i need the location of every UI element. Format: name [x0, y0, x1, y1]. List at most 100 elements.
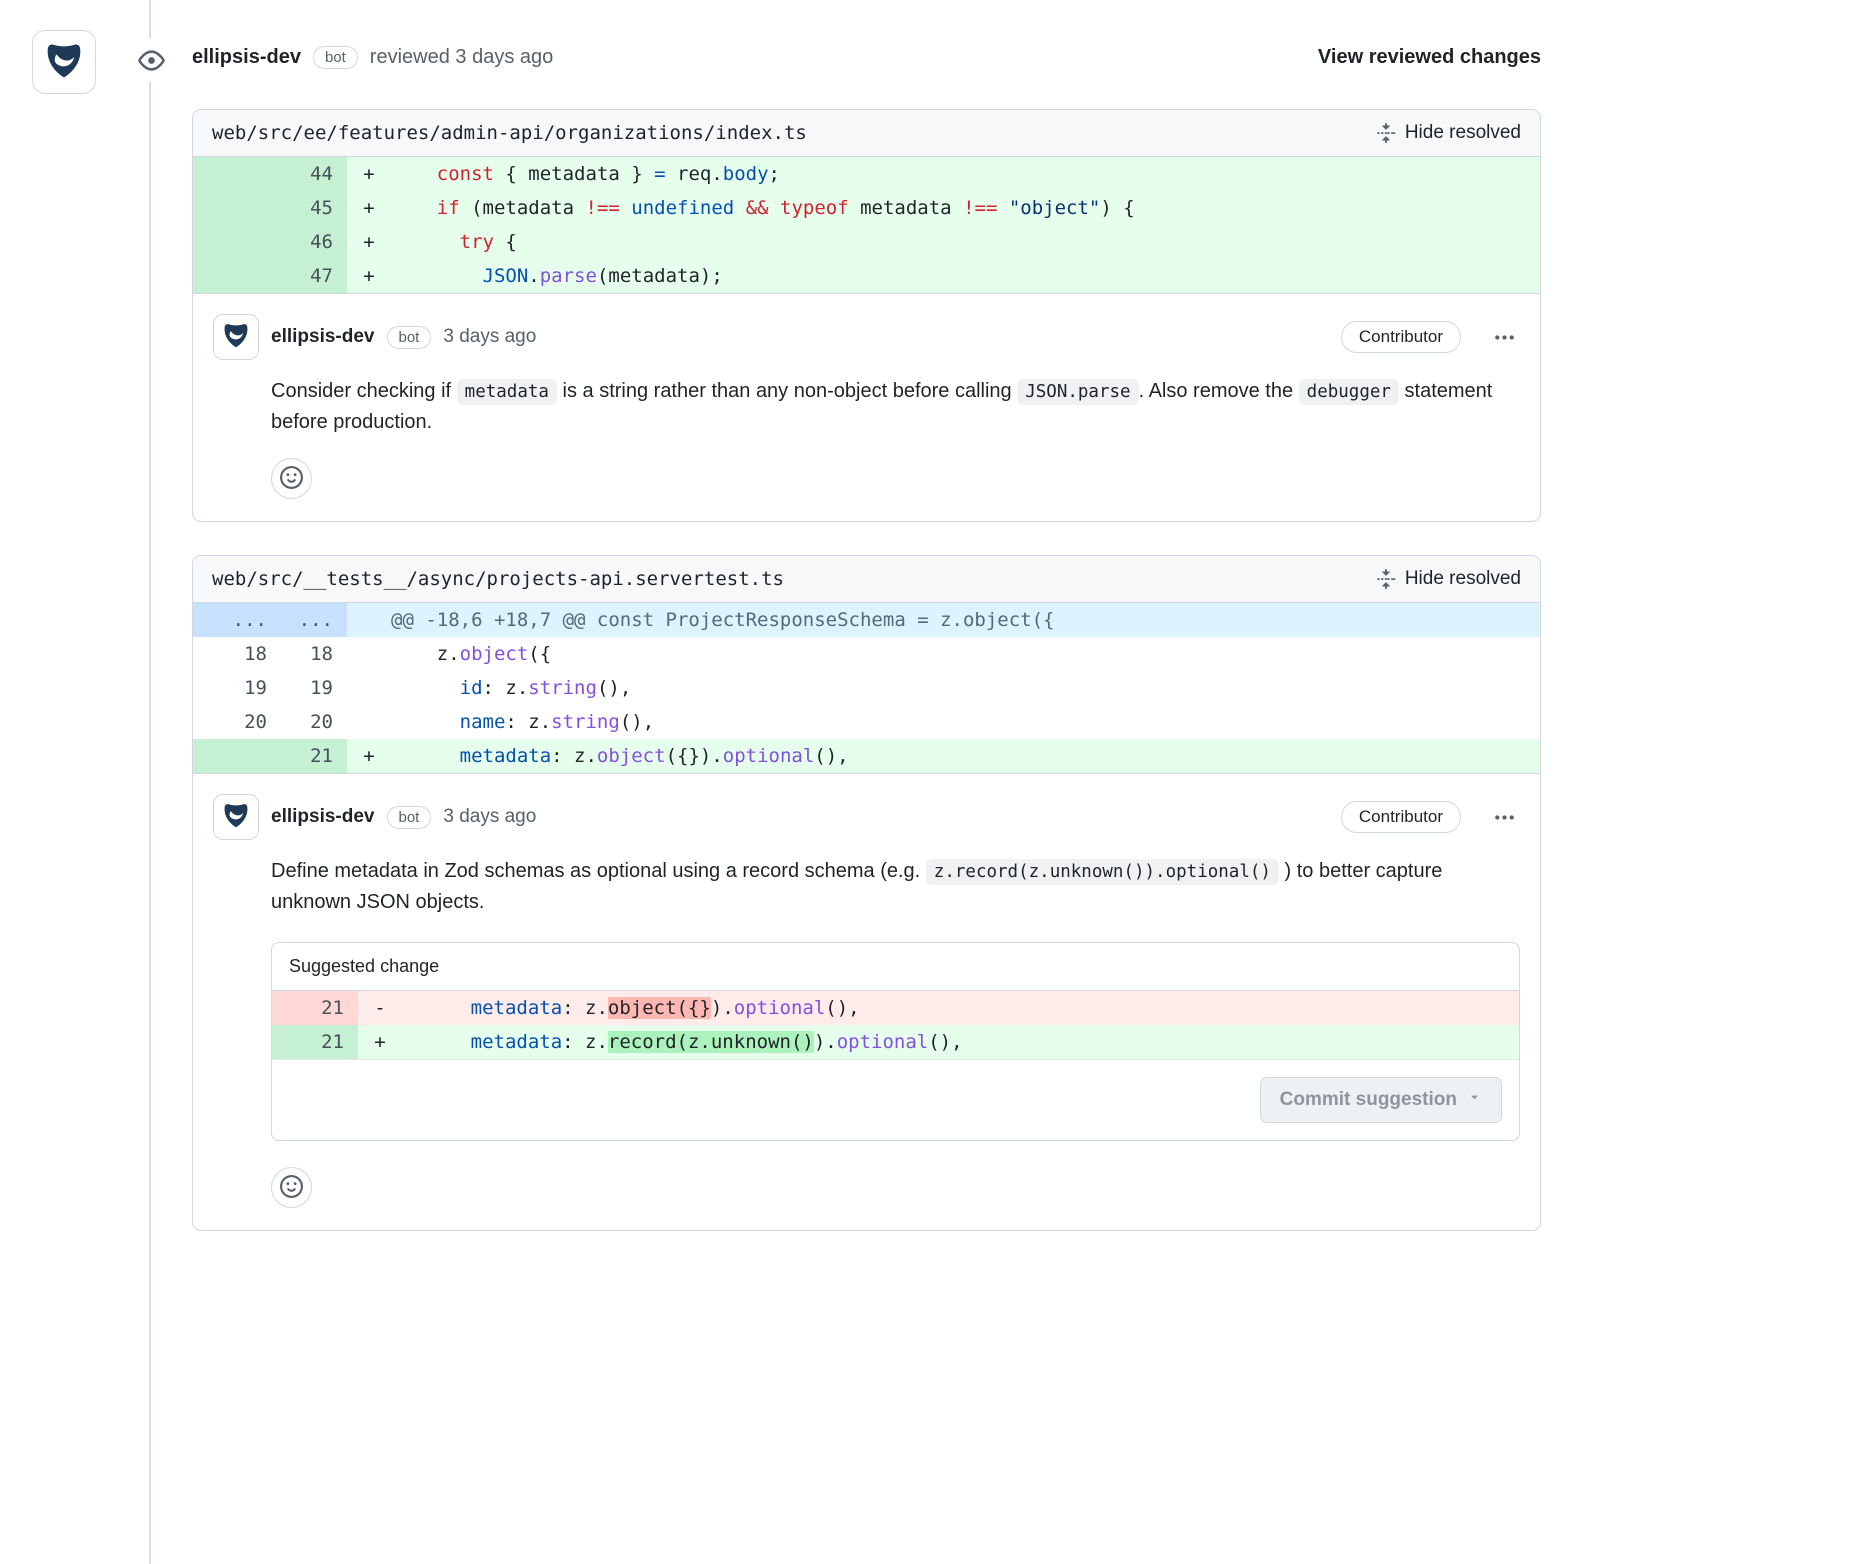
bot-badge: bot — [387, 806, 432, 829]
review-comment: ellipsis-dev bot 3 days ago Contributor … — [193, 294, 1540, 521]
comment-header: ellipsis-dev bot 3 days ago Contributor — [213, 794, 1520, 840]
line-number-old: ... — [193, 603, 281, 637]
bot-badge: bot — [387, 326, 432, 349]
diff-code: + metadata: z.record(z.unknown()).option… — [358, 1025, 1519, 1059]
line-number-old — [193, 225, 281, 259]
diff-line-hunk[interactable]: ......@@ -18,6 +18,7 @@ const ProjectRes… — [193, 603, 1540, 637]
comment-timestamp[interactable]: 3 days ago — [443, 326, 536, 348]
line-number-new: 20 — [281, 705, 347, 739]
line-number: 21 — [272, 991, 358, 1025]
diff-code: + try { — [347, 225, 1540, 259]
diff-table: ......@@ -18,6 +18,7 @@ const ProjectRes… — [193, 603, 1540, 774]
suggestion-line-del: 21- metadata: z.object({}).optional(), — [272, 991, 1519, 1025]
ellipsis-logo-icon — [44, 40, 84, 85]
line-number-new: 47 — [281, 259, 347, 293]
diff-line-ctx[interactable]: 1818 z.object({ — [193, 637, 1540, 671]
line-number-old: 20 — [193, 705, 281, 739]
fold-icon — [1376, 123, 1396, 143]
timeline-line — [149, 0, 151, 1564]
line-number-new: 45 — [281, 191, 347, 225]
hide-resolved-label: Hide resolved — [1405, 122, 1521, 144]
comment-author[interactable]: ellipsis-dev — [271, 326, 375, 348]
line-number-new: 44 — [281, 157, 347, 191]
comment-avatar[interactable] — [213, 794, 259, 840]
line-number-old: 18 — [193, 637, 281, 671]
commit-suggestion-button[interactable]: Commit suggestion — [1260, 1077, 1502, 1123]
inline-code: JSON.parse — [1017, 379, 1138, 405]
suggestion-line-add: 21+ metadata: z.record(z.unknown()).opti… — [272, 1025, 1519, 1059]
diff-code: id: z.string(), — [347, 671, 1540, 705]
smiley-icon — [280, 1175, 303, 1201]
review-comment: ellipsis-dev bot 3 days ago Contributor … — [193, 774, 1540, 1230]
inline-code: metadata — [457, 379, 557, 405]
diff-code: + const { metadata } = req.body; — [347, 157, 1540, 191]
line-number: 21 — [272, 1025, 358, 1059]
line-number-old — [193, 739, 281, 773]
diff-line-ctx[interactable]: 1919 id: z.string(), — [193, 671, 1540, 705]
comment-header: ellipsis-dev bot 3 days ago Contributor — [213, 314, 1520, 360]
suggestion-diff-table: 21- metadata: z.object({}).optional(),21… — [272, 991, 1519, 1059]
line-number-new: 21 — [281, 739, 347, 773]
file-path[interactable]: web/src/__tests__/async/projects-api.ser… — [212, 568, 784, 590]
contributor-badge: Contributor — [1341, 801, 1461, 833]
file-header: web/src/__tests__/async/projects-api.ser… — [193, 556, 1540, 603]
comment-author[interactable]: ellipsis-dev — [271, 806, 375, 828]
review-thread-card: web/src/__tests__/async/projects-api.ser… — [192, 555, 1541, 1231]
comment-body: Define metadata in Zod schemas as option… — [271, 856, 1516, 918]
inline-code: z.record(z.unknown()).optional() — [926, 859, 1279, 885]
reviewer-avatar[interactable] — [32, 30, 96, 94]
add-reaction-button[interactable] — [271, 1167, 312, 1208]
diff-line-add[interactable]: 47+ JSON.parse(metadata); — [193, 259, 1540, 293]
diff-line-add[interactable]: 44+ const { metadata } = req.body; — [193, 157, 1540, 191]
diff-line-add[interactable]: 21+ metadata: z.object({}).optional(), — [193, 739, 1540, 773]
review-action-text: reviewed 3 days ago — [370, 46, 553, 69]
review-content: ellipsis-dev bot reviewed 3 days ago Vie… — [192, 36, 1541, 1264]
commit-suggestion-label: Commit suggestion — [1280, 1089, 1457, 1111]
file-path[interactable]: web/src/ee/features/admin-api/organizati… — [212, 122, 807, 144]
line-number-old — [193, 191, 281, 225]
diff-code: @@ -18,6 +18,7 @@ const ProjectResponseS… — [347, 603, 1540, 637]
ellipsis-logo-icon — [222, 321, 250, 354]
fold-icon — [1376, 569, 1396, 589]
review-thread-card: web/src/ee/features/admin-api/organizati… — [192, 109, 1541, 522]
suggestion-footer: Commit suggestion — [272, 1059, 1519, 1140]
suggested-change-title: Suggested change — [272, 943, 1519, 991]
line-number-old — [193, 259, 281, 293]
diff-code: - metadata: z.object({}).optional(), — [358, 991, 1519, 1025]
smiley-icon — [280, 466, 303, 492]
line-number-new: ... — [281, 603, 347, 637]
ellipsis-logo-icon — [222, 801, 250, 834]
file-header: web/src/ee/features/admin-api/organizati… — [193, 110, 1540, 157]
view-reviewed-changes-link[interactable]: View reviewed changes — [1318, 46, 1541, 69]
comment-avatar[interactable] — [213, 314, 259, 360]
suggested-change-block: Suggested change 21- metadata: z.object(… — [271, 942, 1520, 1141]
bot-badge: bot — [313, 46, 358, 69]
line-number-old: 19 — [193, 671, 281, 705]
hide-resolved-button[interactable]: Hide resolved — [1376, 568, 1521, 590]
eye-icon — [129, 38, 173, 82]
kebab-icon[interactable] — [1489, 802, 1520, 833]
comment-timestamp[interactable]: 3 days ago — [443, 806, 536, 828]
line-number-new: 46 — [281, 225, 347, 259]
diff-line-add[interactable]: 45+ if (metadata !== undefined && typeof… — [193, 191, 1540, 225]
diff-code: + if (metadata !== undefined && typeof m… — [347, 191, 1540, 225]
reviewer-name[interactable]: ellipsis-dev — [192, 46, 301, 69]
line-number-old — [193, 157, 281, 191]
diff-table: 44+ const { metadata } = req.body;45+ if… — [193, 157, 1540, 294]
hide-resolved-label: Hide resolved — [1405, 568, 1521, 590]
line-number-new: 18 — [281, 637, 347, 671]
diff-code: z.object({ — [347, 637, 1540, 671]
comment-body: Consider checking if metadata is a strin… — [271, 376, 1516, 438]
kebab-icon[interactable] — [1489, 322, 1520, 353]
pr-review-timeline: ellipsis-dev bot reviewed 3 days ago Vie… — [0, 0, 1858, 1564]
diff-code: + JSON.parse(metadata); — [347, 259, 1540, 293]
diff-line-add[interactable]: 46+ try { — [193, 225, 1540, 259]
caret-down-icon — [1467, 1089, 1482, 1111]
line-number-new: 19 — [281, 671, 347, 705]
review-header: ellipsis-dev bot reviewed 3 days ago Vie… — [192, 36, 1541, 69]
diff-line-ctx[interactable]: 2020 name: z.string(), — [193, 705, 1540, 739]
diff-code: name: z.string(), — [347, 705, 1540, 739]
add-reaction-button[interactable] — [271, 458, 312, 499]
hide-resolved-button[interactable]: Hide resolved — [1376, 122, 1521, 144]
inline-code: debugger — [1299, 379, 1399, 405]
